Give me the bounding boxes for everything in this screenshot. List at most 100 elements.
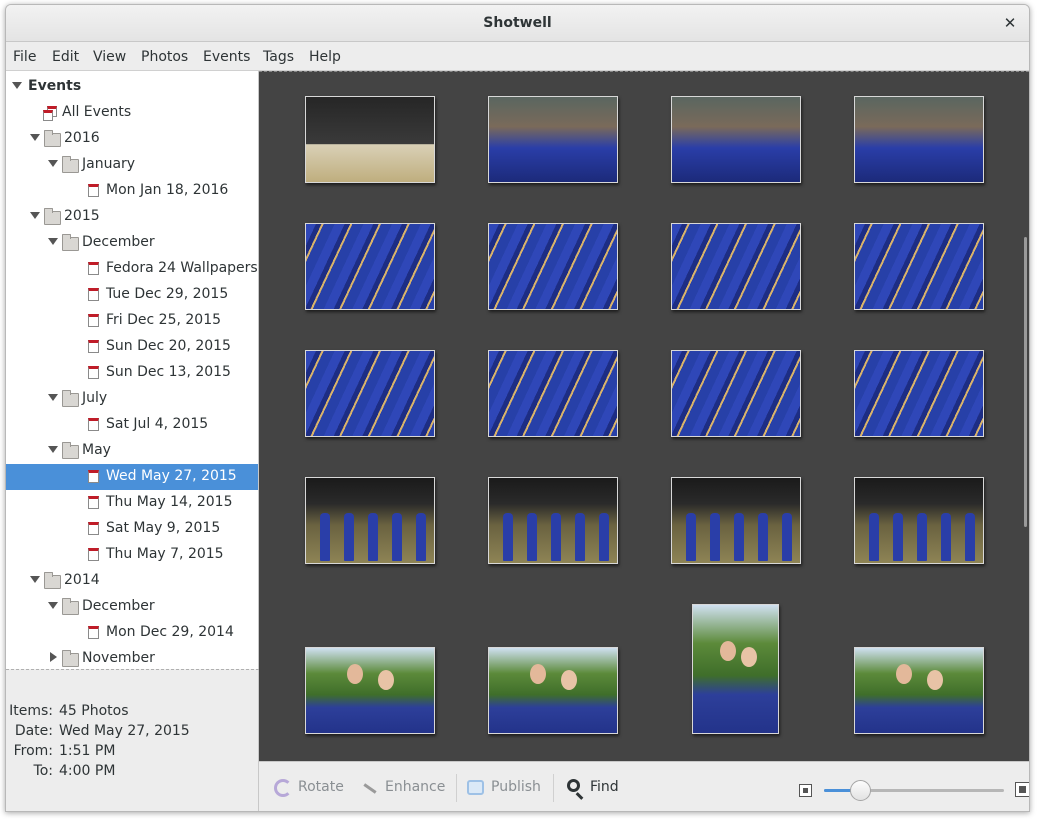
expander-down-icon[interactable] — [48, 238, 58, 245]
photo-thumbnail[interactable] — [305, 477, 435, 564]
expander-down-icon[interactable] — [48, 160, 58, 167]
folder-icon — [62, 156, 79, 173]
folder-icon — [44, 208, 61, 225]
sidebar-item-label: January — [82, 156, 136, 172]
zoom-slider[interactable] — [824, 780, 1004, 801]
sidebar-item-event[interactable]: Mon Jan 18, 2016 — [6, 178, 258, 204]
tree-folder[interactable]: July — [6, 386, 258, 412]
enhance-button[interactable]: Enhance — [361, 779, 446, 799]
sidebar-item-event[interactable]: Sun Dec 20, 2015 — [6, 334, 258, 360]
tree-folder[interactable]: December — [6, 230, 258, 256]
sidebar-item-event[interactable]: Fri Dec 25, 2015 — [6, 308, 258, 334]
photo-thumbnail[interactable] — [305, 223, 435, 310]
sidebar-item-label: All Events — [62, 104, 132, 120]
event-icon — [88, 522, 99, 535]
photo-thumbnail[interactable] — [692, 604, 779, 734]
tree-folder[interactable]: January — [6, 152, 258, 178]
toolbar-separator — [553, 774, 554, 802]
event-icon — [88, 262, 99, 275]
sidebar-item-label: Sun Dec 13, 2015 — [106, 364, 231, 380]
photo-thumbnail[interactable] — [305, 96, 435, 183]
sidebar-item-event[interactable]: Wed May 27, 2015 — [6, 464, 258, 490]
expander-down-icon[interactable] — [30, 212, 40, 219]
menu-photos[interactable]: Photos — [141, 49, 188, 65]
info-items-value: 45 Photos — [59, 703, 129, 719]
tree-folder[interactable]: 2016 — [6, 126, 258, 152]
expander-down-icon[interactable] — [12, 82, 22, 89]
info-from-key: From: — [13, 743, 53, 759]
photo-thumbnail[interactable] — [671, 96, 801, 183]
sidebar-item-label: Thu May 7, 2015 — [106, 546, 224, 562]
sidebar-item-label: Fedora 24 Wallpapers — [106, 260, 258, 276]
menu-file[interactable]: File — [13, 49, 36, 65]
all-events-icon — [43, 106, 57, 121]
menu-events[interactable]: Events — [203, 49, 250, 65]
publish-label: Publish — [491, 779, 541, 795]
tree-folder[interactable]: November — [6, 646, 258, 669]
expander-down-icon[interactable] — [48, 394, 58, 401]
tree-folder[interactable]: 2014 — [6, 568, 258, 594]
photo-thumbnail[interactable] — [488, 96, 618, 183]
rotate-icon — [274, 779, 292, 797]
close-icon[interactable]: ✕ — [999, 12, 1021, 34]
sidebar-item-all-events[interactable]: All Events — [6, 100, 258, 126]
photo-grid[interactable] — [259, 71, 1029, 761]
info-pane: Items: 45 Photos Date: Wed May 27, 2015 … — [6, 670, 259, 811]
sidebar-item-event[interactable]: Sat Jul 4, 2015 — [6, 412, 258, 438]
photo-thumbnail[interactable] — [305, 350, 435, 437]
viewer-scrollbar[interactable] — [1024, 237, 1027, 527]
publish-button[interactable]: Publish — [467, 779, 547, 799]
zoom-slider-handle[interactable] — [850, 780, 871, 801]
sidebar-item-label: 2015 — [64, 208, 100, 224]
sidebar-item-label: Thu May 14, 2015 — [106, 494, 233, 510]
find-button[interactable]: Find — [566, 779, 636, 799]
sidebar-item-event[interactable]: Thu May 7, 2015 — [6, 542, 258, 568]
photo-thumbnail[interactable] — [671, 223, 801, 310]
photo-thumbnail[interactable] — [488, 350, 618, 437]
event-icon — [88, 496, 99, 509]
folder-icon — [62, 598, 79, 615]
tree-folder[interactable]: December — [6, 594, 258, 620]
sidebar-item-label: Sun Dec 20, 2015 — [106, 338, 231, 354]
photo-thumbnail[interactable] — [671, 477, 801, 564]
expander-down-icon[interactable] — [30, 576, 40, 583]
photo-thumbnail[interactable] — [488, 223, 618, 310]
sidebar-item-event[interactable]: Sun Dec 13, 2015 — [6, 360, 258, 386]
sidebar-item-event[interactable]: Tue Dec 29, 2015 — [6, 282, 258, 308]
photo-thumbnail[interactable] — [488, 647, 618, 734]
menu-view[interactable]: View — [93, 49, 126, 65]
info-date-key: Date: — [14, 723, 53, 739]
event-icon — [88, 288, 99, 301]
menu-help[interactable]: Help — [309, 49, 341, 65]
photo-thumbnail[interactable] — [854, 96, 984, 183]
sidebar-item-event[interactable]: Fedora 24 Wallpapers — [6, 256, 258, 282]
photo-thumbnail[interactable] — [854, 350, 984, 437]
sidebar-item-event[interactable]: Thu May 14, 2015 — [6, 490, 258, 516]
tree-root-events[interactable]: Events — [6, 74, 258, 100]
expander-down-icon[interactable] — [48, 446, 58, 453]
photo-thumbnail[interactable] — [671, 350, 801, 437]
photo-thumbnail[interactable] — [854, 477, 984, 564]
sidebar-item-event[interactable]: Mon Dec 29, 2014 — [6, 620, 258, 646]
search-icon — [567, 779, 580, 792]
publish-icon — [467, 780, 484, 795]
photo-thumbnail[interactable] — [854, 647, 984, 734]
menu-tags[interactable]: Tags — [263, 49, 294, 65]
tree-folder[interactable]: 2015 — [6, 204, 258, 230]
sidebar-item-label: Tue Dec 29, 2015 — [106, 286, 229, 302]
sidebar-item-label: Sat May 9, 2015 — [106, 520, 221, 536]
sidebar-item-label: Mon Jan 18, 2016 — [106, 182, 229, 198]
photo-thumbnail[interactable] — [854, 223, 984, 310]
menu-edit[interactable]: Edit — [52, 49, 79, 65]
enhance-label: Enhance — [385, 779, 446, 795]
expander-right-icon[interactable] — [50, 652, 57, 662]
expander-down-icon[interactable] — [48, 602, 58, 609]
zoom-out-icon[interactable] — [799, 784, 812, 797]
zoom-in-icon[interactable] — [1015, 782, 1029, 797]
sidebar-item-event[interactable]: Sat May 9, 2015 — [6, 516, 258, 542]
photo-thumbnail[interactable] — [305, 647, 435, 734]
expander-down-icon[interactable] — [30, 134, 40, 141]
tree-folder[interactable]: May — [6, 438, 258, 464]
photo-thumbnail[interactable] — [488, 477, 618, 564]
rotate-button[interactable]: Rotate — [274, 779, 354, 799]
